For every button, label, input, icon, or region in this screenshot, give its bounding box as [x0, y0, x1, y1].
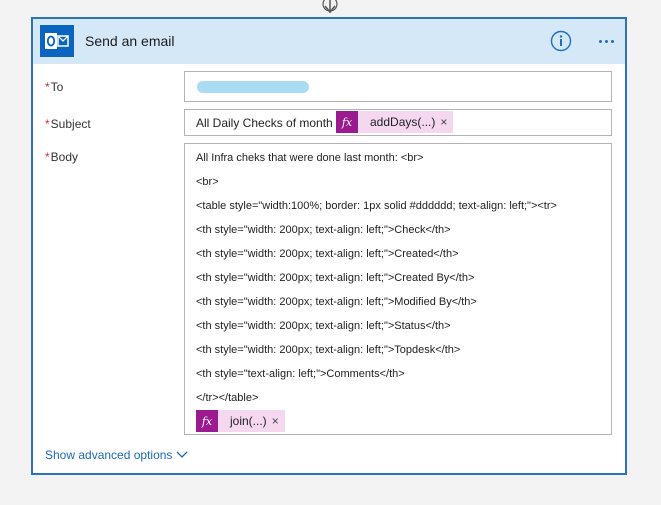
remove-token-icon[interactable]: × — [272, 414, 285, 428]
subject-expression-token[interactable]: fx addDays(...) × — [336, 111, 454, 133]
subject-label-text: Subject — [50, 117, 91, 131]
body-line: <th style="text-align: left;">Comments</… — [196, 368, 405, 380]
chevron-down-icon — [176, 451, 188, 458]
card-header[interactable]: Send an email — [33, 19, 625, 64]
redacted-email — [197, 81, 309, 93]
function-icon: fx — [196, 410, 218, 432]
body-field[interactable]: All Infra cheks that were done last mont… — [184, 143, 612, 435]
outlook-icon — [40, 25, 74, 57]
body-label-text: Body — [50, 150, 79, 164]
to-field[interactable] — [184, 71, 612, 102]
body-line: <th style="width: 200px; text-align: lef… — [196, 272, 475, 284]
more-options-icon[interactable] — [595, 31, 617, 51]
body-line: <th style="width: 200px; text-align: lef… — [196, 344, 461, 356]
body-line: <th style="width: 200px; text-align: lef… — [196, 224, 451, 236]
flow-connector-arrow-icon — [322, 0, 338, 14]
show-advanced-options-link[interactable]: Show advanced options — [45, 448, 188, 462]
body-line: <th style="width: 200px; text-align: lef… — [196, 248, 459, 260]
required-mark: * — [45, 150, 50, 164]
send-email-action-card: Send an email *To *Subject All Daily Che… — [31, 17, 627, 475]
required-mark: * — [45, 80, 50, 94]
body-expression-token[interactable]: fx join(...) × — [196, 410, 285, 432]
remove-token-icon[interactable]: × — [440, 115, 453, 129]
to-label-text: To — [50, 80, 64, 94]
subject-label: *Subject — [45, 117, 91, 131]
body-line: </tr></table> — [196, 392, 259, 404]
token-label: addDays(...) — [370, 115, 436, 129]
body-line: <table style="width:100%; border: 1px so… — [196, 200, 557, 212]
card-title: Send an email — [85, 33, 175, 49]
info-icon[interactable] — [550, 30, 572, 52]
to-label: *To — [45, 80, 63, 94]
token-label: join(...) — [230, 414, 267, 428]
advanced-options-label: Show advanced options — [45, 448, 173, 462]
function-icon: fx — [336, 111, 358, 133]
body-line: <th style="width: 200px; text-align: lef… — [196, 296, 477, 308]
body-line: All Infra cheks that were done last mont… — [196, 152, 424, 164]
body-line: <br> — [196, 176, 219, 188]
subject-field[interactable]: All Daily Checks of month fx addDays(...… — [184, 109, 612, 136]
body-line: <th style="width: 200px; text-align: lef… — [196, 320, 451, 332]
body-label: *Body — [45, 150, 78, 164]
subject-text: All Daily Checks of month — [196, 116, 333, 130]
required-mark: * — [45, 117, 50, 131]
